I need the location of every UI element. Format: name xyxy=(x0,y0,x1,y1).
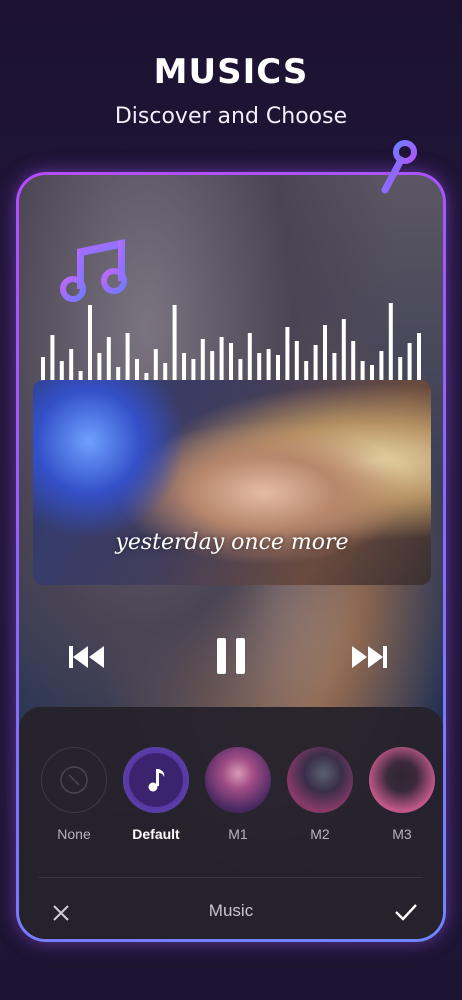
bottom-bar: Music xyxy=(19,887,443,939)
previous-button[interactable] xyxy=(65,637,109,677)
next-button[interactable] xyxy=(347,637,391,677)
waveform-bar xyxy=(200,339,205,383)
headphone-icon xyxy=(381,140,417,194)
pause-button[interactable] xyxy=(209,632,253,680)
music-option-m2[interactable]: M2 xyxy=(285,747,355,842)
waveform-bar xyxy=(153,349,158,383)
waveform-bar xyxy=(257,353,262,383)
page-subtitle: Discover and Choose xyxy=(114,104,348,129)
music-option-label: M1 xyxy=(228,826,248,842)
waveform-bar xyxy=(407,343,412,383)
waveform-bar xyxy=(341,319,346,383)
waveform-bar xyxy=(247,333,252,383)
waveform-bar xyxy=(276,355,280,383)
music-note-icon xyxy=(60,239,127,302)
music-option-none[interactable]: None xyxy=(39,747,109,842)
skip-next-icon xyxy=(352,646,387,668)
waveform-bar xyxy=(351,341,356,383)
waveform-bar xyxy=(294,341,299,383)
music-option-m1[interactable]: M1 xyxy=(203,747,273,842)
waveform-bar xyxy=(50,335,55,383)
waveform-bar xyxy=(388,303,393,383)
page-title: MUSICS xyxy=(153,52,309,92)
waveform-bar xyxy=(229,343,233,383)
skip-previous-icon xyxy=(69,646,104,668)
waveform-bar xyxy=(417,333,421,383)
panel-title: Music xyxy=(208,901,254,920)
waveform-bar xyxy=(266,349,271,383)
waveform-bar xyxy=(219,337,224,383)
playback-controls xyxy=(19,637,443,677)
audio-waveform xyxy=(41,303,421,383)
lyric-text: yesterday once more xyxy=(115,530,349,555)
waveform-bar xyxy=(69,349,74,383)
thumbnail-image xyxy=(287,747,353,813)
waveform-bar xyxy=(182,353,186,383)
waveform-bar xyxy=(172,305,177,383)
music-panel: None Default M1 M2 M3 Music xyxy=(19,707,443,939)
phone-frame: yesterday once more None Default M1 M2 M… xyxy=(16,172,446,942)
pause-icon xyxy=(217,638,245,674)
waveform-bar xyxy=(332,353,337,383)
waveform-bar xyxy=(88,305,92,383)
confirm-button[interactable] xyxy=(391,897,421,927)
preview-screen: yesterday once more None Default M1 M2 M… xyxy=(19,175,443,939)
check-icon xyxy=(395,904,417,921)
music-note-icon xyxy=(123,747,189,813)
divider xyxy=(39,877,423,878)
music-option-label: None xyxy=(57,826,91,842)
thumbnail-image xyxy=(205,747,271,813)
waveform-bar xyxy=(210,351,215,383)
none-icon xyxy=(41,747,107,813)
video-preview: yesterday once more xyxy=(33,380,431,585)
thumbnail-image xyxy=(369,747,435,813)
music-option-m3[interactable]: M3 xyxy=(367,747,437,842)
waveform-bar xyxy=(313,345,318,383)
waveform-bar xyxy=(323,325,327,383)
waveform-bar xyxy=(125,333,130,383)
waveform-bar xyxy=(285,327,290,383)
waveform-bar xyxy=(379,351,384,383)
waveform-bar xyxy=(97,353,102,383)
waveform-bar xyxy=(106,337,111,383)
music-option-label: Default xyxy=(132,826,180,842)
music-option-default[interactable]: Default xyxy=(121,747,191,842)
music-option-label: M3 xyxy=(392,826,412,842)
music-option-label: M2 xyxy=(310,826,330,842)
